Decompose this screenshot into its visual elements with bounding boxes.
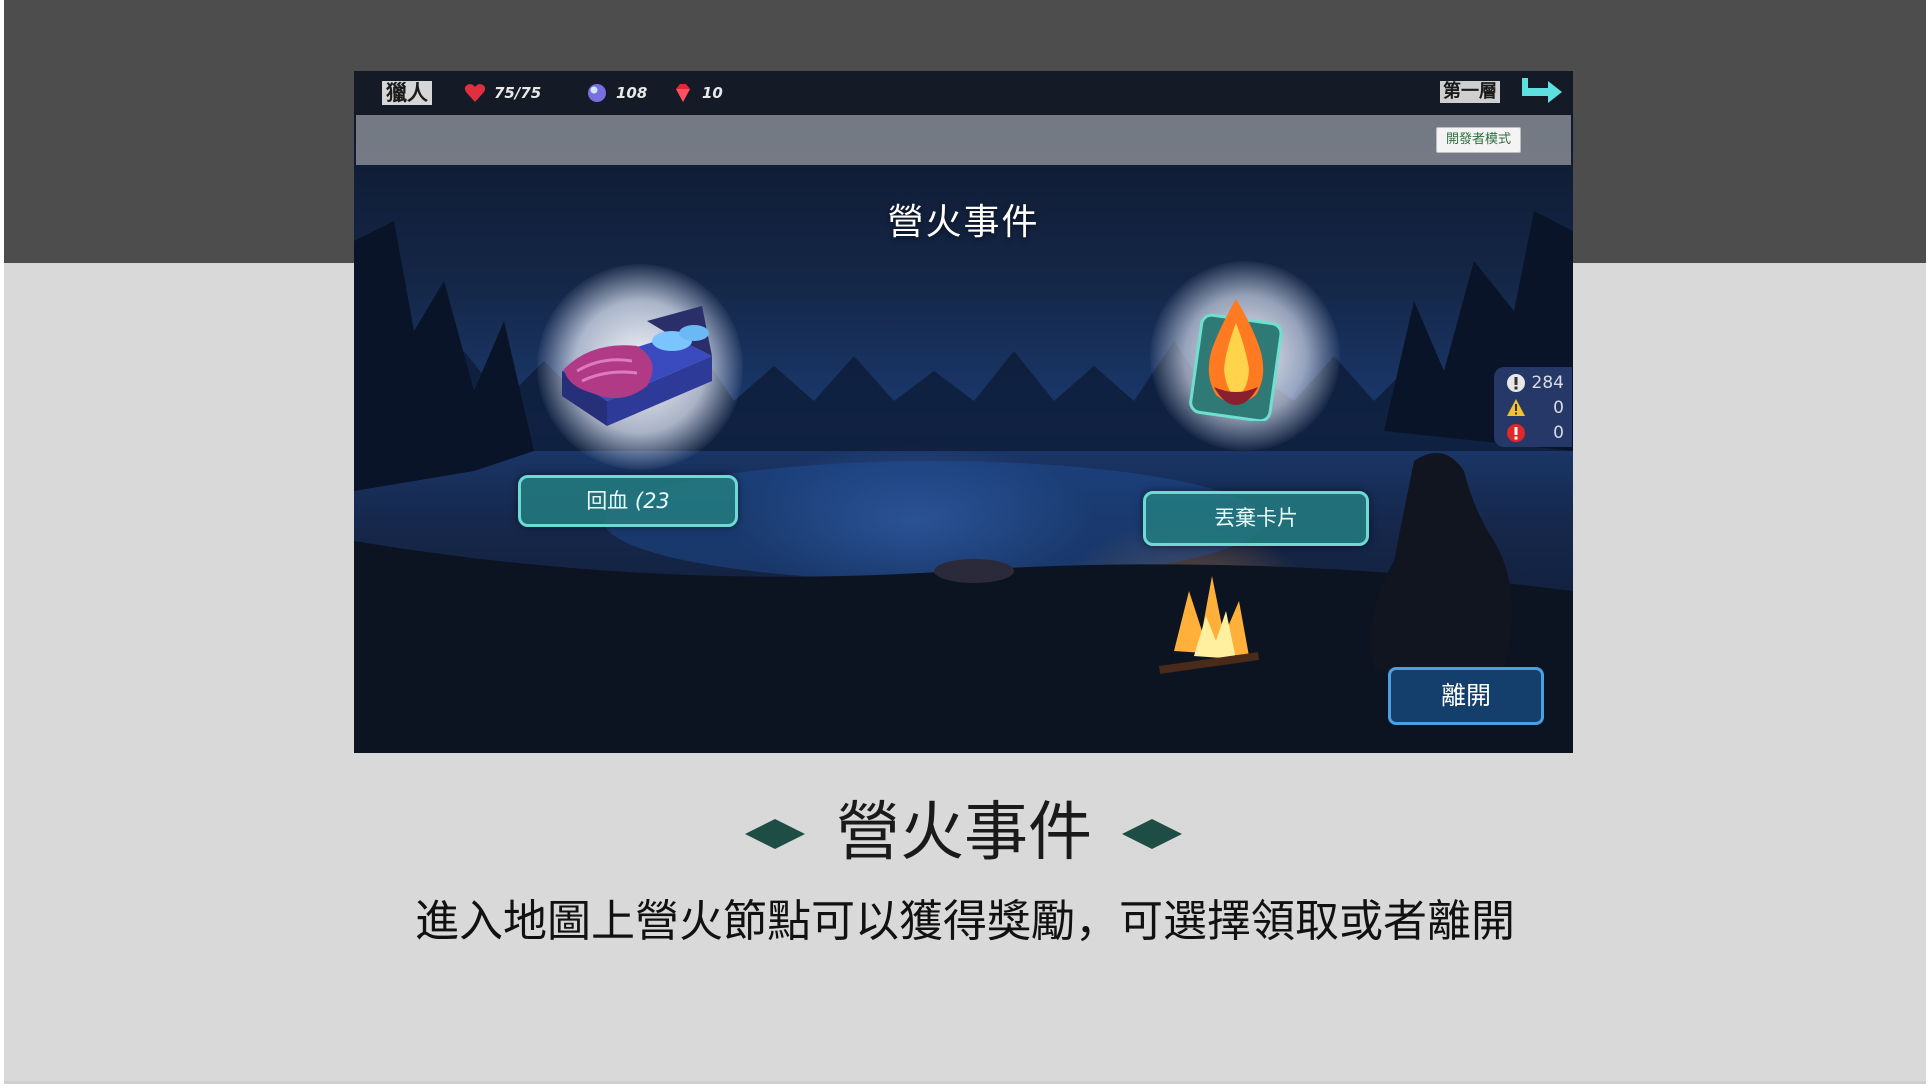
hp-value: 75/75 [494, 84, 542, 102]
right-diamond-icon [1122, 819, 1182, 849]
slide-description: 進入地圖上營火節點可以獲得獎勵，可選擇領取或者離開 [415, 896, 1515, 947]
ruby-icon [676, 84, 690, 102]
rubies-value: 10 [702, 84, 723, 102]
developer-bar: 開發者模式 [356, 115, 1571, 165]
slide-title: 營火事件 [836, 796, 1092, 870]
console-counter-panel[interactable]: 284 0 0 [1494, 367, 1572, 447]
gem-icon [588, 84, 606, 102]
console-warning-row: 0 [1506, 398, 1570, 418]
exit-arrow-button[interactable] [1518, 77, 1564, 103]
character-name: 獵人 [382, 81, 432, 105]
heal-button[interactable]: 回血 (23 [518, 475, 738, 527]
heart-icon [464, 84, 486, 102]
rubies-display: 10 [672, 81, 723, 105]
slide-bottom-border [4, 1081, 1926, 1084]
console-error-count: 0 [1553, 423, 1564, 443]
info-icon [1507, 374, 1525, 392]
heal-amount: (23 [634, 489, 670, 513]
console-info-row: 284 [1506, 373, 1570, 393]
floor-label: 第一層 [1440, 81, 1500, 103]
console-warning-count: 0 [1553, 398, 1564, 418]
leave-button[interactable]: 離開 [1388, 667, 1544, 725]
bed-icon[interactable] [552, 301, 722, 441]
exit-arrow-icon [1522, 78, 1562, 103]
forest-lake-scenery [354, 211, 1573, 753]
discard-card-button[interactable]: 丟棄卡片 [1143, 491, 1369, 546]
game-top-bar: 獵人 75/75 108 10 第一層 [354, 71, 1573, 115]
gems-value: 108 [616, 84, 648, 102]
game-screenshot: 獵人 75/75 108 10 第一層 開發者模式 營火事件 回血 (23 丟棄… [354, 71, 1573, 753]
heal-label: 回血 [586, 489, 629, 513]
developer-mode-button[interactable]: 開發者模式 [1435, 127, 1521, 153]
console-info-count: 284 [1531, 373, 1564, 393]
fire-card-icon[interactable] [1186, 297, 1286, 421]
hp-display: 75/75 [464, 81, 541, 105]
console-error-row: 0 [1506, 423, 1570, 443]
gems-display: 108 [586, 81, 647, 105]
event-title: 營火事件 [887, 202, 1040, 243]
error-icon [1507, 424, 1525, 442]
warning-icon [1507, 399, 1525, 416]
